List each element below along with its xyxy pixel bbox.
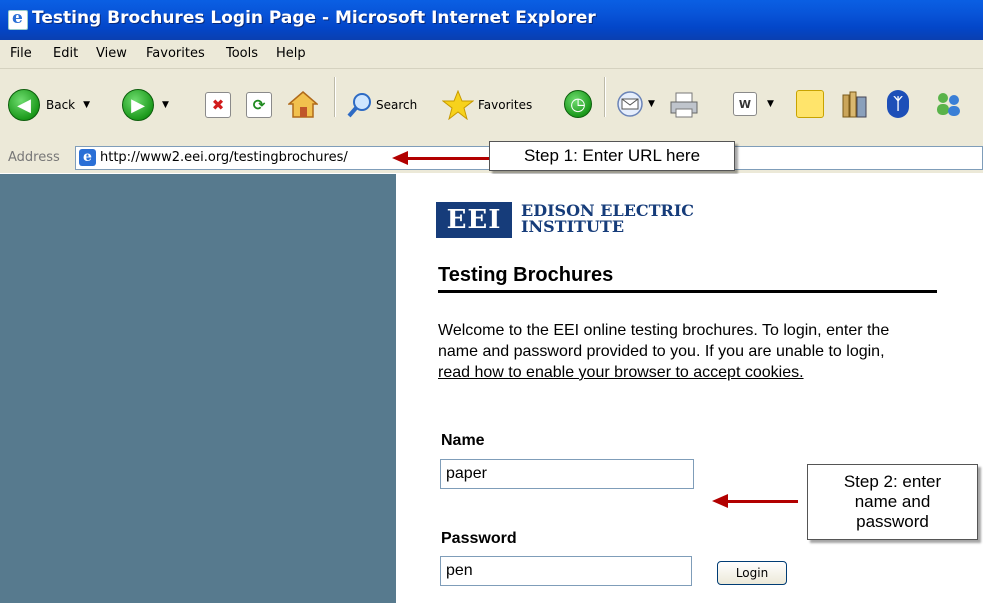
mail-icon — [617, 91, 643, 117]
address-label: Address — [8, 150, 60, 165]
edit-dropdown-icon[interactable]: ▼ — [767, 99, 774, 109]
messenger-button[interactable] — [933, 90, 963, 118]
mail-dropdown-icon[interactable]: ▼ — [648, 99, 655, 109]
ie-window-icon — [8, 8, 28, 30]
back-label: Back — [46, 98, 76, 112]
menu-edit[interactable]: Edit — [53, 46, 78, 61]
word-icon: W — [733, 92, 757, 116]
password-field[interactable]: pen — [440, 556, 692, 586]
forward-arrow-icon: ▶ — [122, 89, 154, 121]
login-button[interactable]: Login — [717, 561, 787, 585]
eei-logo-text: EDISON ELECTRIC INSTITUTE — [521, 203, 694, 235]
toolbar: ◀ Back ▼ ▶ ▼ ✖ ⟳ Search Favorites ◷ ▼ W … — [0, 69, 983, 144]
step1-arrow-line — [404, 157, 489, 160]
favorites-button[interactable]: Favorites — [442, 90, 532, 120]
search-button[interactable]: Search — [346, 91, 417, 119]
search-icon — [347, 93, 371, 118]
word-edit-button[interactable]: W ▼ — [733, 92, 774, 116]
name-field[interactable]: paper — [440, 459, 694, 489]
step2-arrow-line — [726, 500, 798, 503]
menu-bar: File Edit View Favorites Tools Help — [0, 40, 983, 69]
menu-tools[interactable]: Tools — [226, 46, 258, 61]
step2-arrow-head — [712, 494, 728, 508]
back-button[interactable]: ◀ Back ▼ — [8, 89, 90, 121]
menu-file[interactable]: File — [10, 46, 32, 61]
history-button[interactable]: ◷ — [564, 90, 592, 118]
window-title-bar[interactable]: Testing Brochures Login Page - Microsoft… — [0, 0, 983, 41]
discuss-button[interactable] — [796, 90, 824, 118]
history-icon: ◷ — [564, 90, 592, 118]
favorites-star-icon — [442, 90, 474, 120]
forward-button[interactable]: ▶ ▼ — [122, 89, 169, 121]
welcome-body: Welcome to the EEI online testing brochu… — [438, 322, 890, 360]
note-icon — [796, 90, 824, 118]
window-title: Testing Brochures Login Page - Microsoft… — [32, 8, 596, 28]
forward-dropdown-icon[interactable]: ▼ — [162, 100, 169, 110]
menu-help[interactable]: Help — [276, 46, 306, 61]
enable-cookies-link[interactable]: read how to enable your browser to accep… — [438, 364, 804, 381]
messenger-users-icon — [937, 93, 960, 116]
stop-icon: ✖ — [205, 92, 231, 118]
logo-line2: INSTITUTE — [521, 217, 625, 236]
home-icon — [288, 91, 318, 118]
address-url: http://www2.eei.org/testingbrochures/ — [100, 150, 348, 165]
step2-callout: Step 2: enter name and password — [807, 464, 978, 540]
research-button[interactable] — [840, 89, 870, 119]
ie-page-icon: e — [79, 149, 96, 166]
menu-view[interactable]: View — [96, 46, 127, 61]
step1-arrow-head — [392, 151, 408, 165]
password-label: Password — [441, 530, 517, 547]
refresh-button[interactable]: ⟳ — [246, 92, 272, 118]
refresh-icon: ⟳ — [246, 92, 272, 118]
address-input[interactable]: e http://www2.eei.org/testingbrochures/ — [75, 146, 392, 170]
welcome-text: Welcome to the EEI online testing brochu… — [438, 320, 918, 383]
printer-icon — [670, 92, 698, 118]
back-dropdown-icon[interactable]: ▼ — [83, 100, 90, 110]
bluetooth-button[interactable]: ᛉ — [887, 90, 909, 118]
search-label: Search — [376, 98, 418, 112]
mail-button[interactable]: ▼ — [616, 90, 655, 118]
left-sidebar — [0, 174, 396, 603]
step1-callout: Step 1: Enter URL here — [489, 141, 735, 171]
research-books-icon — [842, 91, 867, 118]
favorites-label: Favorites — [478, 98, 533, 112]
home-button[interactable] — [288, 90, 318, 118]
menu-favorites[interactable]: Favorites — [146, 46, 205, 61]
name-label: Name — [441, 432, 485, 449]
eei-logo-mark: EEI — [436, 202, 512, 238]
stop-button[interactable]: ✖ — [205, 92, 231, 118]
heading-divider — [438, 290, 937, 293]
toolbar-separator — [334, 77, 336, 117]
page-heading: Testing Brochures — [438, 264, 614, 286]
back-arrow-icon: ◀ — [8, 89, 40, 121]
print-button[interactable] — [669, 91, 699, 119]
toolbar-separator — [604, 77, 606, 117]
bluetooth-icon: ᛉ — [887, 90, 909, 118]
step2-callout-text: Step 2: enter name and password — [843, 472, 942, 531]
